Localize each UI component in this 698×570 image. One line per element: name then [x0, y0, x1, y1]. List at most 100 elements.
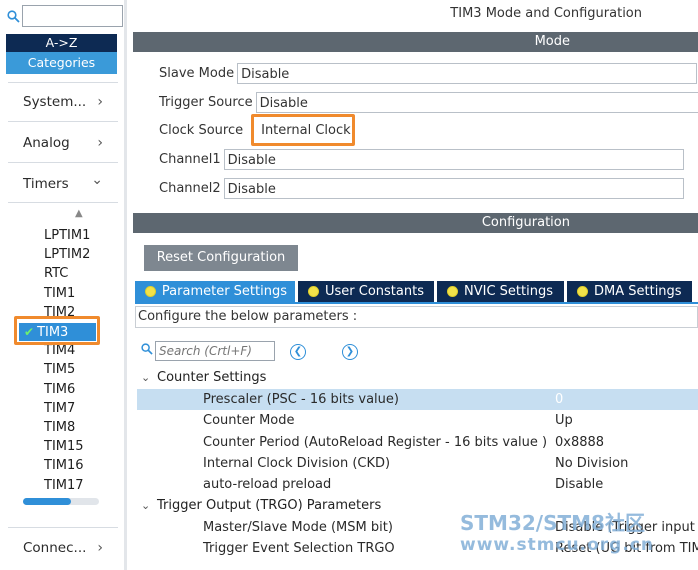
- parameter-row[interactable]: Master/Slave Mode (MSM bit) Disable (Trig…: [137, 517, 698, 538]
- sidebar-category-timers[interactable]: Timers ⌄: [23, 172, 103, 195]
- check-circle-icon: [447, 286, 458, 297]
- peripheral-label: TIM4: [44, 343, 76, 359]
- peripheral-item-tim15[interactable]: TIM15: [44, 438, 84, 456]
- peripheral-item-tim7[interactable]: TIM7: [44, 400, 75, 418]
- parameter-row[interactable]: Counter Period (AutoReload Register - 16…: [137, 432, 698, 453]
- peripheral-label: TIM8: [44, 420, 76, 435]
- parameter-value[interactable]: Disable (Trigger input: [555, 517, 695, 538]
- clock-source-highlight-box: [251, 114, 355, 146]
- parameter-value[interactable]: 0x8888: [555, 432, 604, 453]
- reset-configuration-button[interactable]: Reset Configuration: [144, 245, 298, 271]
- parameter-search-input[interactable]: [155, 341, 275, 361]
- configuration-section-header: Configuration: [133, 213, 698, 233]
- tabs-underline: [135, 302, 698, 304]
- divider: [8, 202, 118, 203]
- mode-row-slave-mode: Slave Mode Disable: [159, 63, 698, 84]
- check-circle-icon: [577, 286, 588, 297]
- parameter-value[interactable]: Reset (UG bit from TIM: [555, 538, 698, 559]
- tab-user-constants[interactable]: User Constants: [298, 281, 434, 302]
- channel1-select[interactable]: Disable: [223, 149, 684, 170]
- peripheral-item-tim1[interactable]: TIM1: [44, 285, 75, 303]
- horizontal-scrollbar[interactable]: [23, 498, 99, 505]
- peripheral-label: LPTIM1: [44, 228, 91, 243]
- sidebar-category-connectivity[interactable]: Connec... ›: [23, 537, 103, 559]
- peripheral-label: TIM7: [44, 400, 76, 416]
- parameter-name: Master/Slave Mode (MSM bit): [203, 519, 393, 535]
- parameter-search: [139, 341, 275, 361]
- peripheral-label: TIM5: [44, 362, 76, 378]
- scroll-up-icon[interactable]: ▲: [75, 208, 83, 219]
- peripheral-label: LPTIM2: [44, 247, 91, 263]
- chevron-right-icon: ›: [97, 135, 103, 151]
- search-prev-button[interactable]: ❮: [290, 344, 306, 360]
- sidebar-category-analog[interactable]: Analog ›: [23, 132, 103, 154]
- parameter-group-header[interactable]: ⌄ Trigger Output (TRGO) Parameters: [141, 496, 381, 516]
- peripheral-item-lptim2[interactable]: LPTIM2: [44, 246, 90, 264]
- search-icon: [4, 4, 22, 28]
- tab-dma-settings[interactable]: DMA Settings: [567, 281, 692, 302]
- parameter-row[interactable]: auto-reload preload Disable: [137, 474, 698, 495]
- parameter-value[interactable]: Disable: [555, 474, 603, 495]
- chevron-right-icon: ›: [97, 94, 103, 110]
- tab-nvic-settings[interactable]: NVIC Settings: [437, 281, 564, 302]
- parameter-name: auto-reload preload: [203, 477, 332, 493]
- scrollbar-thumb[interactable]: [23, 498, 71, 505]
- category-label: Timers: [23, 176, 69, 192]
- search-next-button[interactable]: ❯: [342, 344, 358, 360]
- main-panel: TIM3 Mode and Configuration Mode Slave M…: [131, 0, 698, 570]
- mode-row-channel2: Channel2 Disable: [159, 178, 684, 199]
- sidebar-search-input[interactable]: [22, 5, 123, 27]
- config-tabs: Parameter Settings User Constants NVIC S…: [135, 281, 692, 302]
- peripheral-label: TIM15: [44, 439, 84, 455]
- chevron-down-icon: ⌄: [91, 172, 103, 188]
- sort-categories-button[interactable]: Categories: [6, 52, 117, 74]
- peripheral-label: TIM1: [44, 285, 76, 301]
- peripheral-item-tim5[interactable]: TIM5: [44, 361, 75, 379]
- peripheral-label: RTC: [44, 266, 69, 282]
- configure-hint: Configure the below parameters :: [135, 306, 698, 328]
- parameter-value[interactable]: Up: [555, 410, 573, 431]
- chevron-right-icon: ›: [97, 540, 103, 556]
- peripheral-item-tim16[interactable]: TIM16: [44, 457, 84, 475]
- mode-row-trigger-source: Trigger Source Disable: [159, 92, 698, 113]
- sidebar-scrollbar[interactable]: [124, 0, 127, 570]
- peripheral-item-rtc[interactable]: RTC: [44, 265, 68, 283]
- peripheral-item-lptim1[interactable]: LPTIM1: [44, 227, 90, 245]
- sidebar-category-system[interactable]: System... ›: [23, 91, 103, 113]
- tab-parameter-settings[interactable]: Parameter Settings: [135, 281, 295, 302]
- mode-label: Channel2: [159, 181, 221, 196]
- channel2-select[interactable]: Disable: [223, 178, 684, 199]
- parameter-row[interactable]: Counter Mode Up: [137, 410, 698, 431]
- parameter-value[interactable]: No Division: [555, 453, 628, 474]
- sort-az-button[interactable]: A->Z: [6, 34, 117, 52]
- check-circle-icon: [308, 286, 319, 297]
- parameter-name: Counter Mode: [203, 413, 295, 429]
- category-label: System...: [23, 94, 87, 110]
- slave-mode-select[interactable]: Disable: [237, 63, 698, 84]
- parameter-row[interactable]: Internal Clock Division (CKD) No Division: [137, 453, 698, 474]
- divider: [8, 527, 118, 528]
- check-circle-icon: [145, 286, 156, 297]
- peripheral-item-tim6[interactable]: TIM6: [44, 381, 75, 399]
- category-label: Analog: [23, 135, 70, 151]
- sidebar: A->Z Categories System... › Analog › Tim…: [0, 0, 127, 570]
- parameter-name: Prescaler (PSC - 16 bits value): [203, 392, 399, 407]
- parameter-group-header[interactable]: ⌄ Counter Settings: [141, 368, 266, 388]
- peripheral-label: TIM17: [44, 477, 84, 493]
- divider: [8, 82, 118, 83]
- mode-label: Channel1: [159, 152, 221, 167]
- selected-highlight-box: [14, 316, 100, 345]
- parameter-name: Trigger Event Selection TRGO: [203, 540, 395, 556]
- peripheral-item-tim17[interactable]: TIM17: [44, 477, 84, 495]
- parameter-row[interactable]: Trigger Event Selection TRGO Reset (UG bi…: [137, 538, 698, 559]
- mode-section-header: Mode: [133, 32, 698, 52]
- parameter-row[interactable]: Prescaler (PSC - 16 bits value) 0: [137, 389, 698, 410]
- parameter-value[interactable]: 0: [555, 389, 563, 410]
- peripheral-item-tim8[interactable]: TIM8: [44, 419, 75, 437]
- chevron-down-icon: ⌄: [141, 371, 151, 384]
- mode-label: Clock Source: [159, 123, 244, 138]
- group-title: Trigger Output (TRGO) Parameters: [157, 497, 382, 513]
- trigger-source-select[interactable]: Disable: [255, 92, 698, 113]
- peripheral-label: TIM16: [44, 458, 84, 474]
- mode-row-channel1: Channel1 Disable: [159, 149, 684, 170]
